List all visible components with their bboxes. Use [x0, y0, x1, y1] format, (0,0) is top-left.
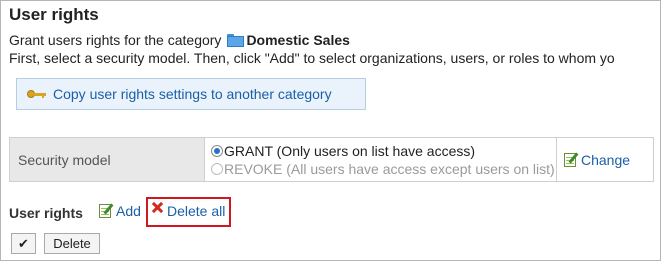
key-icon: [27, 88, 47, 100]
user-rights-panel: User rights Grant users rights for the c…: [0, 0, 661, 261]
page-title: User rights: [9, 5, 99, 24]
revoke-label: REVOKE (All users have access except use…: [224, 161, 555, 177]
change-link[interactable]: Change: [581, 152, 630, 168]
security-model-label: Security model: [10, 138, 205, 181]
instruction-text: First, select a security model. Then, cl…: [9, 50, 615, 66]
folder-icon: [227, 33, 245, 47]
edit-icon: [98, 203, 114, 219]
delete-all-link[interactable]: Delete all: [151, 203, 225, 219]
intro-text: Grant users rights for the category: [9, 32, 222, 48]
grant-radio[interactable]: [211, 145, 223, 157]
intro-line: Grant users rights for the category Dome…: [9, 32, 350, 48]
change-cell: Change: [557, 138, 653, 181]
add-label[interactable]: Add: [116, 203, 141, 219]
add-link[interactable]: Add: [98, 203, 141, 219]
grant-label: GRANT (Only users on list have access): [224, 143, 476, 159]
delete-x-icon: [151, 201, 164, 214]
security-model-table: Security model GRANT (Only users on list…: [9, 137, 654, 182]
category-name: Domestic Sales: [246, 32, 350, 48]
user-rights-label: User rights: [9, 205, 83, 221]
delete-button[interactable]: Delete: [44, 233, 100, 254]
grant-option[interactable]: GRANT (Only users on list have access): [211, 142, 556, 160]
delete-all-label[interactable]: Delete all: [167, 203, 225, 219]
security-model-options: GRANT (Only users on list have access) R…: [205, 138, 557, 181]
copy-user-rights-button[interactable]: Copy user rights settings to another cat…: [16, 78, 366, 110]
select-all-checkbox-button[interactable]: ✔: [11, 233, 36, 254]
revoke-radio: [211, 163, 223, 175]
copy-button-label: Copy user rights settings to another cat…: [53, 86, 332, 102]
revoke-option: REVOKE (All users have access except use…: [211, 160, 556, 178]
edit-icon: [563, 151, 579, 168]
